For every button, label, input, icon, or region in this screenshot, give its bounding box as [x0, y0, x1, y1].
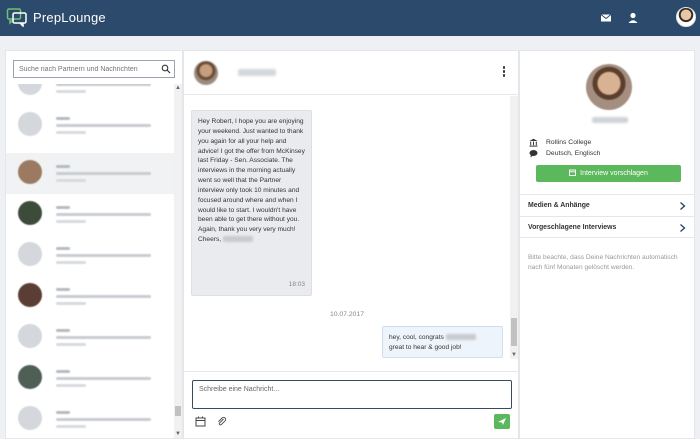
app-logo[interactable]: PrepLounge — [6, 7, 106, 27]
avatar — [18, 365, 42, 389]
list-item[interactable] — [6, 358, 174, 399]
list-item[interactable] — [6, 105, 174, 146]
date-separator: 10.07.2017 — [329, 311, 365, 318]
list-item[interactable] — [6, 235, 174, 276]
list-item[interactable] — [6, 399, 174, 438]
send-button[interactable] — [494, 414, 510, 429]
avatar[interactable] — [194, 61, 218, 85]
outgoing-message: hey, cool, congrats great to hear & good… — [382, 326, 503, 358]
avatar — [18, 84, 42, 95]
message-text: hey, cool, congrats — [389, 334, 444, 341]
message-text: Hey Robert, I hope you are enjoying your… — [198, 118, 305, 244]
paper-plane-icon — [498, 418, 506, 425]
list-item[interactable] — [6, 276, 174, 317]
retention-note: Bitte beachte, dass Deine Nachrichten au… — [528, 254, 678, 271]
profile-name-redacted — [592, 117, 628, 123]
message-composer: Schreibe eine Nachricht... — [184, 371, 518, 438]
message-text: great to hear & good job! — [389, 344, 462, 351]
avatar[interactable] — [676, 7, 696, 27]
conversation-list — [6, 84, 174, 438]
list-item[interactable] — [6, 84, 174, 105]
section-media-attachments[interactable]: Medien & Anhänge — [520, 194, 694, 216]
propose-interview-button[interactable]: Interview vorschlagen — [536, 165, 681, 182]
calendar-icon[interactable] — [195, 416, 206, 427]
avatar — [18, 201, 42, 225]
scroll-thumb[interactable] — [511, 318, 517, 346]
institution-icon — [529, 138, 538, 147]
avatar — [18, 112, 42, 136]
languages: Deutsch, Englisch — [546, 150, 601, 157]
scroll-down-arrow[interactable]: ▼ — [174, 430, 182, 438]
speech-bubble-icon — [529, 150, 538, 158]
avatar — [18, 283, 42, 307]
message-thread: Hey Robert, I hope you are enjoying your… — [184, 96, 518, 359]
avatar — [18, 242, 42, 266]
avatar — [18, 160, 42, 184]
scroll-down-arrow[interactable]: ▼ — [510, 351, 518, 359]
conversation-scrollbar[interactable]: ▲ ▼ — [174, 84, 182, 438]
list-item[interactable] — [6, 317, 174, 358]
chat-panel: Hey Robert, I hope you are enjoying your… — [183, 50, 519, 439]
chevron-right-icon — [680, 201, 686, 211]
incoming-message: Hey Robert, I hope you are enjoying your… — [191, 110, 312, 296]
redacted-name — [222, 236, 253, 243]
contact-name-redacted — [238, 69, 276, 76]
scroll-up-arrow[interactable]: ▲ — [174, 84, 182, 92]
app-name: PrepLounge — [33, 9, 106, 25]
profile-panel: Rollins College Deutsch, Englisch Interv… — [519, 50, 695, 439]
scroll-thumb[interactable] — [175, 406, 181, 416]
conversation-sidebar: ▲ ▼ — [5, 50, 183, 439]
message-input[interactable]: Schreibe eine Nachricht... — [192, 380, 512, 409]
chat-header — [184, 51, 518, 95]
languages-row: Deutsch, Englisch — [529, 149, 600, 158]
message-time: 18:03 — [288, 281, 305, 289]
school-row: Rollins College — [529, 138, 591, 147]
chat-scrollbar[interactable]: ▼ — [510, 96, 518, 359]
school-name: Rollins College — [546, 139, 592, 146]
list-item[interactable] — [6, 153, 174, 194]
calendar-icon — [569, 169, 577, 176]
avatar — [18, 406, 42, 430]
avatar — [18, 324, 42, 348]
paperclip-icon[interactable] — [216, 416, 227, 427]
redacted-name — [445, 334, 476, 341]
section-title: Vorgeschlagene Interviews — [528, 224, 617, 231]
section-suggested-interviews[interactable]: Vorgeschlagene Interviews — [520, 216, 694, 238]
avatar — [586, 64, 632, 110]
section-title: Medien & Anhänge — [528, 202, 590, 209]
user-icon[interactable] — [626, 11, 640, 25]
search-input[interactable] — [14, 61, 154, 77]
magnifier-icon[interactable] — [161, 64, 171, 74]
propose-interview-label: Interview vorschlagen — [580, 170, 648, 177]
search-box[interactable] — [13, 60, 175, 78]
chat-bubbles-logo-icon — [6, 8, 27, 27]
envelope-icon[interactable] — [599, 11, 613, 25]
list-item[interactable] — [6, 194, 174, 235]
kebab-menu-icon[interactable] — [502, 66, 506, 78]
chevron-right-icon — [680, 223, 686, 233]
top-nav: PrepLounge — [0, 0, 700, 36]
